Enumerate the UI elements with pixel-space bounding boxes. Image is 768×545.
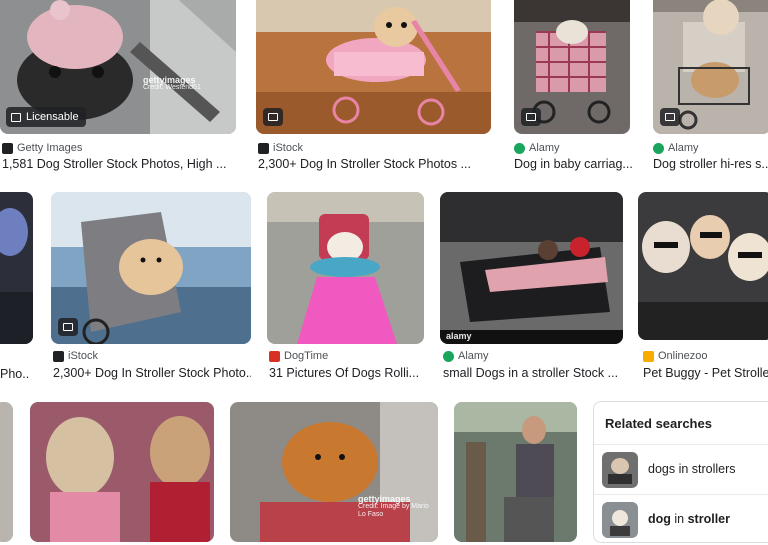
label-bold: dog: [648, 512, 671, 526]
result-tile[interactable]: Alamy Dog stroller hi-res s...: [653, 0, 768, 180]
image-icon: [660, 108, 680, 126]
licensable-badge: Licensable: [6, 107, 86, 127]
result-caption[interactable]: 1,581 Dog Stroller Stock Photos, High ..…: [2, 157, 232, 171]
result-thumbnail[interactable]: [30, 402, 214, 542]
istock-favicon-icon: [53, 350, 64, 362]
result-thumbnail[interactable]: alamy: [440, 192, 623, 344]
result-source[interactable]: iStock: [53, 350, 98, 362]
result-thumbnail[interactable]: Licensable gettyimages Credit: Westend61: [0, 0, 236, 134]
chihuahuas-sunglasses-image: [638, 192, 768, 340]
result-tile[interactable]: iStock 2,300+ Dog In Stroller Stock Phot…: [256, 0, 492, 180]
related-searches-title: Related searches: [605, 416, 712, 431]
result-caption[interactable]: Dog stroller hi-res s...: [653, 157, 768, 171]
result-source[interactable]: Alamy: [514, 142, 560, 154]
source-label: Onlinezoo: [658, 350, 708, 362]
result-source[interactable]: Getty Images: [2, 142, 82, 154]
result-source[interactable]: Alamy: [653, 142, 699, 154]
source-label: Alamy: [529, 142, 560, 154]
result-thumbnail[interactable]: [0, 192, 33, 344]
result-tile[interactable]: Alamy Dog in baby carriag...: [514, 0, 632, 180]
label-rest: in: [670, 512, 688, 526]
result-thumbnail[interactable]: [267, 192, 424, 344]
licensable-label: Licensable: [26, 111, 79, 123]
result-caption[interactable]: 2,300+ Dog In Stroller Stock Photo...: [53, 366, 251, 380]
small-dogs-stroller-image: [440, 192, 623, 344]
result-tile[interactable]: iStock 2,300+ Dog In Stroller Stock Phot…: [51, 192, 251, 382]
related-search-item[interactable]: dog in stroller: [594, 494, 768, 545]
source-label: Alamy: [668, 142, 699, 154]
woman-with-stroller-image: [454, 402, 577, 542]
watermark: alamy: [446, 331, 472, 341]
result-thumbnail[interactable]: [0, 402, 13, 542]
result-source[interactable]: Alamy: [443, 350, 489, 362]
alamy-favicon-icon: [653, 142, 664, 154]
image-icon: [11, 112, 21, 122]
result-thumbnail[interactable]: [256, 0, 491, 134]
related-thumbnail: [602, 452, 638, 488]
source-label: Alamy: [458, 350, 489, 362]
result-source[interactable]: iStock: [258, 142, 303, 154]
result-thumbnail[interactable]: [653, 0, 768, 134]
source-label: iStock: [273, 142, 303, 154]
result-tile[interactable]: alamy Alamy small Dogs in a stroller Sto…: [440, 192, 623, 382]
image-icon: [58, 318, 78, 336]
dogtime-favicon-icon: [269, 350, 280, 362]
watermark: gettyimages Credit: Westend61: [143, 76, 201, 92]
watermark-brand: gettyimages: [358, 494, 411, 504]
label-bold: stroller: [687, 512, 730, 526]
related-searches-panel: Related searches dogs in strollers dog i…: [593, 401, 768, 543]
istock-favicon-icon: [258, 142, 269, 154]
yorkies-image: [30, 402, 214, 542]
related-search-label: dog in stroller: [648, 512, 730, 526]
image-icon: [521, 108, 541, 126]
result-tile[interactable]: Pho...: [0, 192, 36, 382]
watermark: gettyimages Credit: Image by Mario Lo Fa…: [358, 495, 438, 519]
result-thumbnail[interactable]: gettyimages Credit: Image by Mario Lo Fa…: [230, 402, 438, 542]
result-thumbnail[interactable]: [514, 0, 630, 134]
partial-image: [0, 402, 13, 542]
result-thumbnail[interactable]: [51, 192, 251, 344]
watermark-brand: alamy: [446, 331, 472, 341]
dog-partial-image: [0, 192, 33, 344]
result-caption[interactable]: Pet Buggy - Pet Stroller: [643, 366, 768, 380]
result-thumbnail[interactable]: [638, 192, 768, 340]
related-search-label: dogs in strollers: [648, 462, 736, 476]
related-search-item[interactable]: dogs in strollers: [594, 444, 768, 495]
result-tile[interactable]: Onlinezoo Pet Buggy - Pet Stroller: [638, 192, 768, 382]
source-label: DogTime: [284, 350, 329, 362]
result-tile[interactable]: DogTime 31 Pictures Of Dogs Rolli...: [267, 192, 424, 382]
onlinezoo-favicon-icon: [643, 350, 654, 362]
pomeranian-stroller-image: [51, 192, 251, 344]
source-label: Getty Images: [17, 142, 83, 154]
result-thumbnail[interactable]: [454, 402, 577, 542]
pomeranian-closeup-image: [230, 402, 438, 542]
source-label: iStock: [68, 350, 98, 362]
watermark-credit: Credit: Image by Mario Lo Faso: [358, 503, 429, 518]
result-source[interactable]: DogTime: [269, 350, 328, 362]
result-caption[interactable]: small Dogs in a stroller Stock ...: [443, 366, 623, 380]
watermark-brand: gettyimages: [143, 75, 196, 85]
result-caption[interactable]: 31 Pictures Of Dogs Rolli...: [269, 366, 424, 380]
result-caption[interactable]: Dog in baby carriag...: [514, 157, 632, 171]
result-caption[interactable]: Pho...: [0, 367, 30, 381]
alamy-favicon-icon: [514, 142, 525, 154]
chihuahua-pink-stroller-image: [256, 0, 491, 134]
dogs-in-strollers-thumb-image: [602, 452, 638, 488]
watermark-credit: Credit: Westend61: [143, 84, 201, 91]
result-tile[interactable]: Licensable gettyimages Credit: Westend61…: [0, 0, 236, 180]
dog-tutu-stroller-image: [267, 192, 424, 344]
alamy-favicon-icon: [443, 350, 454, 362]
result-caption[interactable]: 2,300+ Dog In Stroller Stock Photos ...: [258, 157, 490, 171]
image-icon: [263, 108, 283, 126]
result-source[interactable]: Onlinezoo: [643, 350, 708, 362]
getty-favicon-icon: [2, 142, 13, 154]
